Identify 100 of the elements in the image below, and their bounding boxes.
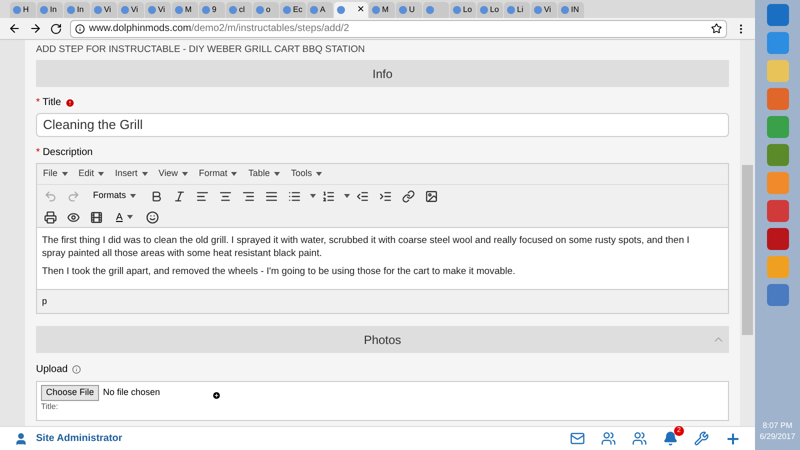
tab-favicon-icon: [426, 6, 434, 14]
browser-tab[interactable]: Lo: [450, 2, 476, 18]
tab-title: In: [77, 4, 84, 16]
tab-title: A: [320, 4, 326, 16]
field-label: Title:: [41, 400, 60, 412]
browser-tab[interactable]: H: [10, 2, 36, 18]
caret-icon: [310, 194, 316, 198]
tab-favicon-icon: [283, 6, 291, 14]
tab-favicon-icon: [202, 6, 210, 14]
user-icon: [14, 432, 28, 446]
browser-tab[interactable]: Lo: [477, 2, 503, 18]
caret-icon: [142, 172, 148, 176]
browser-tab[interactable]: Vi: [145, 2, 171, 18]
menu-item[interactable]: Insert: [115, 167, 148, 181]
title-field[interactable]: Cleaning the Grill: [36, 113, 729, 137]
bookmark-star-icon[interactable]: [711, 23, 722, 34]
caret-icon: [344, 194, 350, 198]
caret-icon: [274, 172, 280, 176]
browser-tab[interactable]: In: [37, 2, 63, 18]
menu-item[interactable]: Edit: [78, 167, 104, 181]
field-label: Upload: [36, 363, 68, 377]
tab-favicon-icon: [229, 6, 237, 14]
choose-file-button[interactable]: Choose File: [41, 385, 100, 400]
tab-title: IN: [571, 4, 579, 16]
tab-favicon-icon: [40, 6, 48, 14]
browser-tab[interactable]: M: [369, 2, 395, 18]
tab-title: H: [23, 4, 29, 16]
field-label: * Title: [36, 96, 62, 110]
browser-tab[interactable]: U: [396, 2, 422, 18]
editor-content[interactable]: [37, 227, 728, 290]
section-header: Info: [36, 60, 729, 87]
tab-favicon-icon: [534, 6, 542, 14]
group-icon[interactable]: [632, 431, 647, 446]
tab-title: Lo: [490, 4, 499, 16]
tab-favicon-icon: [121, 6, 129, 14]
formats-dropdown[interactable]: Formats: [93, 189, 136, 203]
address-bar[interactable]: www.dolphinmods.com/demo2/m/instructables/steps/add/2: [70, 20, 727, 38]
browser-tab[interactable]: o: [253, 2, 279, 18]
browser-tab[interactable]: In: [64, 2, 90, 18]
settings-icon[interactable]: [694, 431, 709, 446]
tab-favicon-icon: [337, 6, 345, 14]
browser-tab[interactable]: M: [172, 2, 198, 18]
reload-icon[interactable]: [50, 22, 62, 34]
paragraph: Then I took the grill apart, and removed the wheels - I'm going to be using those for the cart to make it movable.: [42, 265, 516, 278]
user-name[interactable]: Site Administrator: [36, 431, 122, 446]
browser-tab[interactable]: Vi: [91, 2, 117, 18]
taskbar-app-icon[interactable]: [766, 228, 788, 250]
paragraph: The first thing I did was to clean the old grill. I sprayed it with water, scrubbed it with coarse steel wool and really focused on some rusty spots, and then I spray painted all those areas with some heat resistant black paint.: [42, 234, 690, 260]
browser-tab[interactable]: A: [307, 2, 333, 18]
info-icon: [75, 24, 85, 34]
forward-icon[interactable]: [29, 22, 42, 35]
tab-favicon-icon: [148, 6, 156, 14]
tab-favicon-icon: [175, 6, 183, 14]
page-heading: ADD STEP FOR INSTRUCTABLE - DIY WEBER GRILL CART BBQ STATION: [36, 42, 366, 57]
tab-favicon-icon: [94, 6, 102, 14]
info-icon: [72, 365, 81, 374]
bell-icon[interactable]: [663, 431, 678, 446]
clock: 8:07 PM 6/29/2017: [760, 420, 796, 442]
url-text: www.dolphinmods.com/demo2/m/instructables/steps/add/2: [89, 22, 350, 36]
field-label: * Description: [36, 146, 94, 160]
browser-tab[interactable]: IN: [558, 2, 584, 18]
tab-favicon-icon: [256, 6, 264, 14]
close-icon[interactable]: ✕: [357, 3, 365, 17]
browser-tab[interactable]: Ec: [280, 2, 306, 18]
tab-title: Vi: [158, 4, 165, 16]
caret-icon: [182, 172, 188, 176]
add-icon[interactable]: [212, 391, 222, 400]
menu-item[interactable]: Table: [248, 167, 280, 181]
browser-tab[interactable]: Li: [504, 2, 530, 18]
browser-tab[interactable]: Vi: [531, 2, 557, 18]
tab-title: M: [185, 4, 192, 16]
section-header: Photos: [36, 326, 729, 353]
menu-item[interactable]: Tools: [290, 167, 322, 181]
back-icon[interactable]: [8, 22, 21, 35]
tab-title: Li: [517, 4, 524, 16]
text-color-button[interactable]: A: [116, 210, 133, 224]
tab-title: Vi: [544, 4, 551, 16]
people-icon[interactable]: [601, 431, 616, 446]
browser-tab[interactable]: ✕: [334, 2, 368, 18]
menu-item[interactable]: Format: [198, 167, 238, 181]
caret-icon: [126, 215, 133, 219]
scrollbar-thumb[interactable]: [742, 165, 753, 335]
mail-icon[interactable]: [570, 431, 585, 446]
tab-title: Lo: [463, 4, 472, 16]
caret-icon: [98, 172, 104, 176]
caret-icon: [231, 172, 238, 176]
tab-title: Vi: [104, 4, 111, 16]
tab-title: o: [266, 4, 270, 16]
browser-tab[interactable]: 9: [199, 2, 225, 18]
tab-favicon-icon: [13, 6, 21, 14]
menu-item[interactable]: View: [158, 167, 188, 181]
element-path: p: [41, 294, 48, 308]
tab-favicon-icon: [310, 6, 318, 14]
tab-favicon-icon: [372, 6, 380, 14]
browser-tab[interactable]: Vi: [118, 2, 144, 18]
tab-favicon-icon: [67, 6, 75, 14]
tab-favicon-icon: [453, 6, 461, 14]
tab-title: U: [409, 4, 415, 16]
browser-tab[interactable]: cl: [226, 2, 252, 18]
menu-item[interactable]: File: [43, 167, 68, 181]
